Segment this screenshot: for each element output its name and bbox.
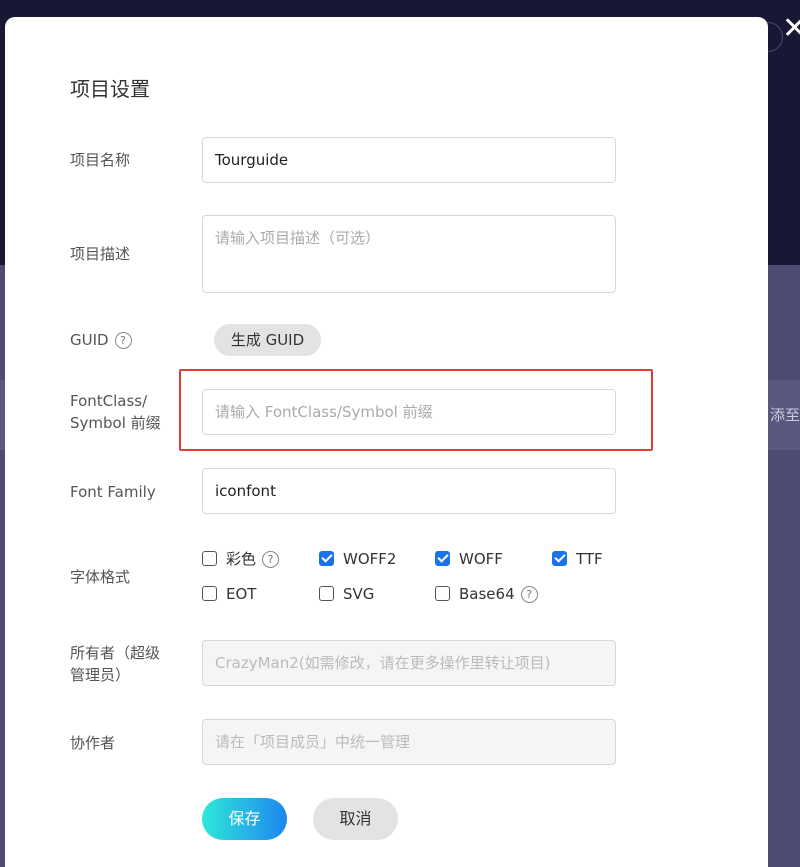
generate-guid-button[interactable]: 生成 GUID [214,324,321,356]
format-option-label: TTF [576,550,603,568]
prefix-label-line2: Symbol 前缀 [70,414,161,432]
cancel-button[interactable]: 取消 [313,798,398,840]
project-description-textarea[interactable]: 请输入项目描述（可选） [202,215,616,293]
font-family-input[interactable]: iconfont [202,468,616,514]
owner-input: CrazyMan2(如需修改，请在更多操作里转让项目) [202,640,616,686]
owner-label-line2: 管理员） [70,666,131,684]
checkbox-icon[interactable] [319,551,334,566]
checkbox-icon[interactable] [552,551,567,566]
format-option-svg[interactable]: SVG [319,583,374,605]
checkbox-icon[interactable] [435,551,450,566]
background-edge-text: 添至项 [770,406,800,424]
format-option-label: 彩色 [226,550,257,568]
format-option-ttf[interactable]: TTF [552,548,603,570]
project-name-input[interactable]: Tourguide [202,137,616,183]
checkbox-icon[interactable] [319,586,334,601]
close-icon[interactable]: ✕ [782,14,800,44]
format-option-label: WOFF [459,550,503,568]
checkbox-icon[interactable] [202,551,217,566]
font-family-label: Font Family [70,483,156,501]
checkbox-icon[interactable] [202,586,217,601]
format-option-eot[interactable]: EOT [202,583,256,605]
format-option-color[interactable]: 彩色? [202,548,280,570]
guid-help-icon[interactable]: ? [114,332,132,349]
guid-label: GUID? [70,329,132,351]
format-option-label: Base64 [459,585,515,603]
modal-title: 项目设置 [70,77,150,101]
prefix-input[interactable]: 请输入 FontClass/Symbol 前缀 [202,389,616,435]
guid-label-text: GUID [70,331,109,349]
format-option-base64[interactable]: Base64? [435,583,538,605]
project-name-label: 项目名称 [70,151,131,169]
format-option-woff[interactable]: WOFF [435,548,503,570]
format-option-label: WOFF2 [343,550,397,568]
checkbox-icon[interactable] [435,586,450,601]
color-help-icon[interactable]: ? [262,551,280,568]
project-settings-modal: 项目设置 项目名称 Tourguide 项目描述 请输入项目描述（可选） GUI… [5,17,768,867]
prefix-label-line1: FontClass/ [70,392,148,410]
format-option-label: SVG [343,585,375,603]
save-button[interactable]: 保存 [202,798,287,840]
project-description-label: 项目描述 [70,245,131,263]
base64-help-icon[interactable]: ? [520,586,538,603]
format-option-label: EOT [226,585,257,603]
format-option-woff2[interactable]: WOFF2 [319,548,396,570]
collaborators-input: 请在「项目成员」中统一管理 [202,719,616,765]
owner-label-line1: 所有者（超级 [70,644,161,662]
prefix-label: FontClass/ Symbol 前缀 [70,390,161,434]
collaborators-label: 协作者 [70,734,116,752]
font-formats-label: 字体格式 [70,568,131,586]
owner-label: 所有者（超级 管理员） [70,642,160,686]
